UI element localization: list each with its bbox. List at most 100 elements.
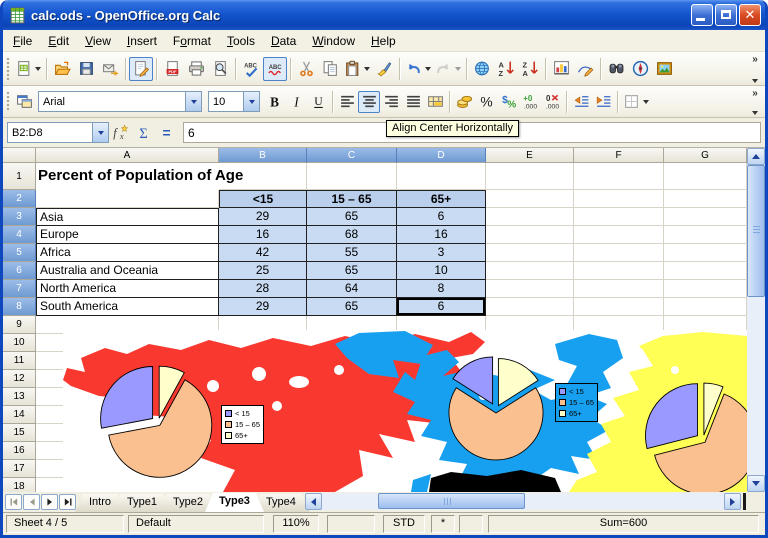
- minimize-button[interactable]: [691, 4, 713, 26]
- cell-E2[interactable]: [486, 190, 574, 208]
- menu-insert[interactable]: Insert: [119, 32, 165, 50]
- toolbar-overflow-button[interactable]: »: [748, 54, 762, 83]
- bold-button[interactable]: B: [263, 91, 285, 113]
- cell-E6[interactable]: [486, 262, 574, 280]
- cell-D4[interactable]: 16: [397, 226, 486, 244]
- status-selection-sum[interactable]: Sum=600: [488, 515, 759, 533]
- status-modified-flag[interactable]: *: [431, 515, 455, 533]
- menu-format[interactable]: Format: [165, 32, 219, 50]
- row-header-17[interactable]: 17: [3, 460, 36, 478]
- status-insert-mode[interactable]: STD: [383, 515, 425, 533]
- corner-box[interactable]: [3, 148, 36, 163]
- find-replace-button[interactable]: [604, 57, 628, 81]
- row-header-8[interactable]: 8: [3, 298, 36, 316]
- align-left-button[interactable]: [336, 91, 358, 113]
- cell-C4[interactable]: 68: [307, 226, 397, 244]
- cell-D2[interactable]: 65+: [397, 190, 486, 208]
- hyperlink-button[interactable]: [470, 57, 494, 81]
- cell-A1[interactable]: Percent of Population of Age: [36, 163, 219, 190]
- cell-C2[interactable]: 15 – 65: [307, 190, 397, 208]
- justify-button[interactable]: [402, 91, 424, 113]
- cell-F8[interactable]: [574, 298, 664, 316]
- row-header-11[interactable]: 11: [3, 352, 36, 370]
- menu-file[interactable]: File: [5, 32, 40, 50]
- cell-F5[interactable]: [574, 244, 664, 262]
- cell-C3[interactable]: 65: [307, 208, 397, 226]
- row-header-16[interactable]: 16: [3, 442, 36, 460]
- align-center-button[interactable]: [358, 91, 380, 113]
- scroll-up-button[interactable]: [747, 148, 765, 165]
- chart-legend[interactable]: < 1515 – 6565+: [221, 405, 264, 444]
- paste-button[interactable]: [342, 57, 372, 81]
- page-preview-button[interactable]: [208, 57, 232, 81]
- cell-B4[interactable]: 16: [219, 226, 307, 244]
- combo-dropdown-button[interactable]: [243, 92, 259, 111]
- menu-tools[interactable]: Tools: [219, 32, 263, 50]
- toolbar-overflow-button[interactable]: »: [748, 88, 762, 115]
- cell-D6[interactable]: 10: [397, 262, 486, 280]
- row-header-7[interactable]: 7: [3, 280, 36, 298]
- cell-E8[interactable]: [486, 298, 574, 316]
- row-header-12[interactable]: 12: [3, 370, 36, 388]
- cell-B7[interactable]: 28: [219, 280, 307, 298]
- cell-B3[interactable]: 29: [219, 208, 307, 226]
- add-decimal-button[interactable]: +0.000: [519, 91, 541, 113]
- cell-B2[interactable]: <15: [219, 190, 307, 208]
- cell-A8[interactable]: South America: [36, 298, 219, 316]
- standard-format-button[interactable]: $%: [497, 91, 519, 113]
- scroll-right-button[interactable]: [724, 493, 741, 510]
- status-zoom[interactable]: 110%: [273, 515, 319, 533]
- cell-E7[interactable]: [486, 280, 574, 298]
- col-header-G[interactable]: G: [664, 148, 747, 163]
- row-header-13[interactable]: 13: [3, 388, 36, 406]
- italic-button[interactable]: I: [285, 91, 307, 113]
- sort-descending-button[interactable]: ZA: [518, 57, 542, 81]
- row-header-15[interactable]: 15: [3, 424, 36, 442]
- font-size-combo[interactable]: 10: [208, 91, 260, 112]
- menu-help[interactable]: Help: [363, 32, 404, 50]
- scroll-down-button[interactable]: [747, 475, 765, 492]
- cell-D3[interactable]: 6: [397, 208, 486, 226]
- chart-legend[interactable]: < 1515 – 6565+: [555, 383, 598, 422]
- print-button[interactable]: [184, 57, 208, 81]
- maximize-button[interactable]: [715, 4, 737, 26]
- cell-A5[interactable]: Africa: [36, 244, 219, 262]
- embedded-chart[interactable]: < 1515 – 6565+ < 1515 – 6565+: [63, 330, 747, 492]
- cell-G2[interactable]: [664, 190, 747, 208]
- save-button[interactable]: [74, 57, 98, 81]
- cell-F2[interactable]: [574, 190, 664, 208]
- cell-C1[interactable]: [307, 163, 397, 190]
- sum-button[interactable]: Σ: [132, 122, 155, 143]
- cell-F6[interactable]: [574, 262, 664, 280]
- cell-G6[interactable]: [664, 262, 747, 280]
- cell-D1[interactable]: [397, 163, 486, 190]
- cell-G7[interactable]: [664, 280, 747, 298]
- row-header-5[interactable]: 5: [3, 244, 36, 262]
- open-button[interactable]: [50, 57, 74, 81]
- last-sheet-button[interactable]: [59, 494, 76, 510]
- close-button[interactable]: ✕: [739, 4, 761, 26]
- name-box[interactable]: B2:D8: [7, 122, 109, 143]
- spellcheck-button[interactable]: ABC: [239, 57, 263, 81]
- merge-cells-button[interactable]: [424, 91, 446, 113]
- row-header-14[interactable]: 14: [3, 406, 36, 424]
- undo-button[interactable]: [403, 57, 433, 81]
- insert-chart-button[interactable]: [549, 57, 573, 81]
- scroll-left-button[interactable]: [305, 493, 322, 510]
- col-header-B[interactable]: B: [219, 148, 307, 163]
- cell-E1[interactable]: [486, 163, 574, 190]
- export-pdf-button[interactable]: PDF: [160, 57, 184, 81]
- cell-F7[interactable]: [574, 280, 664, 298]
- format-paintbrush-button[interactable]: [372, 57, 396, 81]
- cell-A2[interactable]: [36, 190, 219, 208]
- vertical-scrollbar[interactable]: [747, 148, 765, 492]
- row-header-6[interactable]: 6: [3, 262, 36, 280]
- next-sheet-button[interactable]: [41, 494, 58, 510]
- row-header-3[interactable]: 3: [3, 208, 36, 226]
- auto-spellcheck-button[interactable]: ABC: [263, 57, 287, 81]
- cell-B6[interactable]: 25: [219, 262, 307, 280]
- styles-window-button[interactable]: [13, 91, 35, 113]
- cell-A7[interactable]: North America: [36, 280, 219, 298]
- col-header-A[interactable]: A: [36, 148, 219, 163]
- menu-window[interactable]: Window: [304, 32, 363, 50]
